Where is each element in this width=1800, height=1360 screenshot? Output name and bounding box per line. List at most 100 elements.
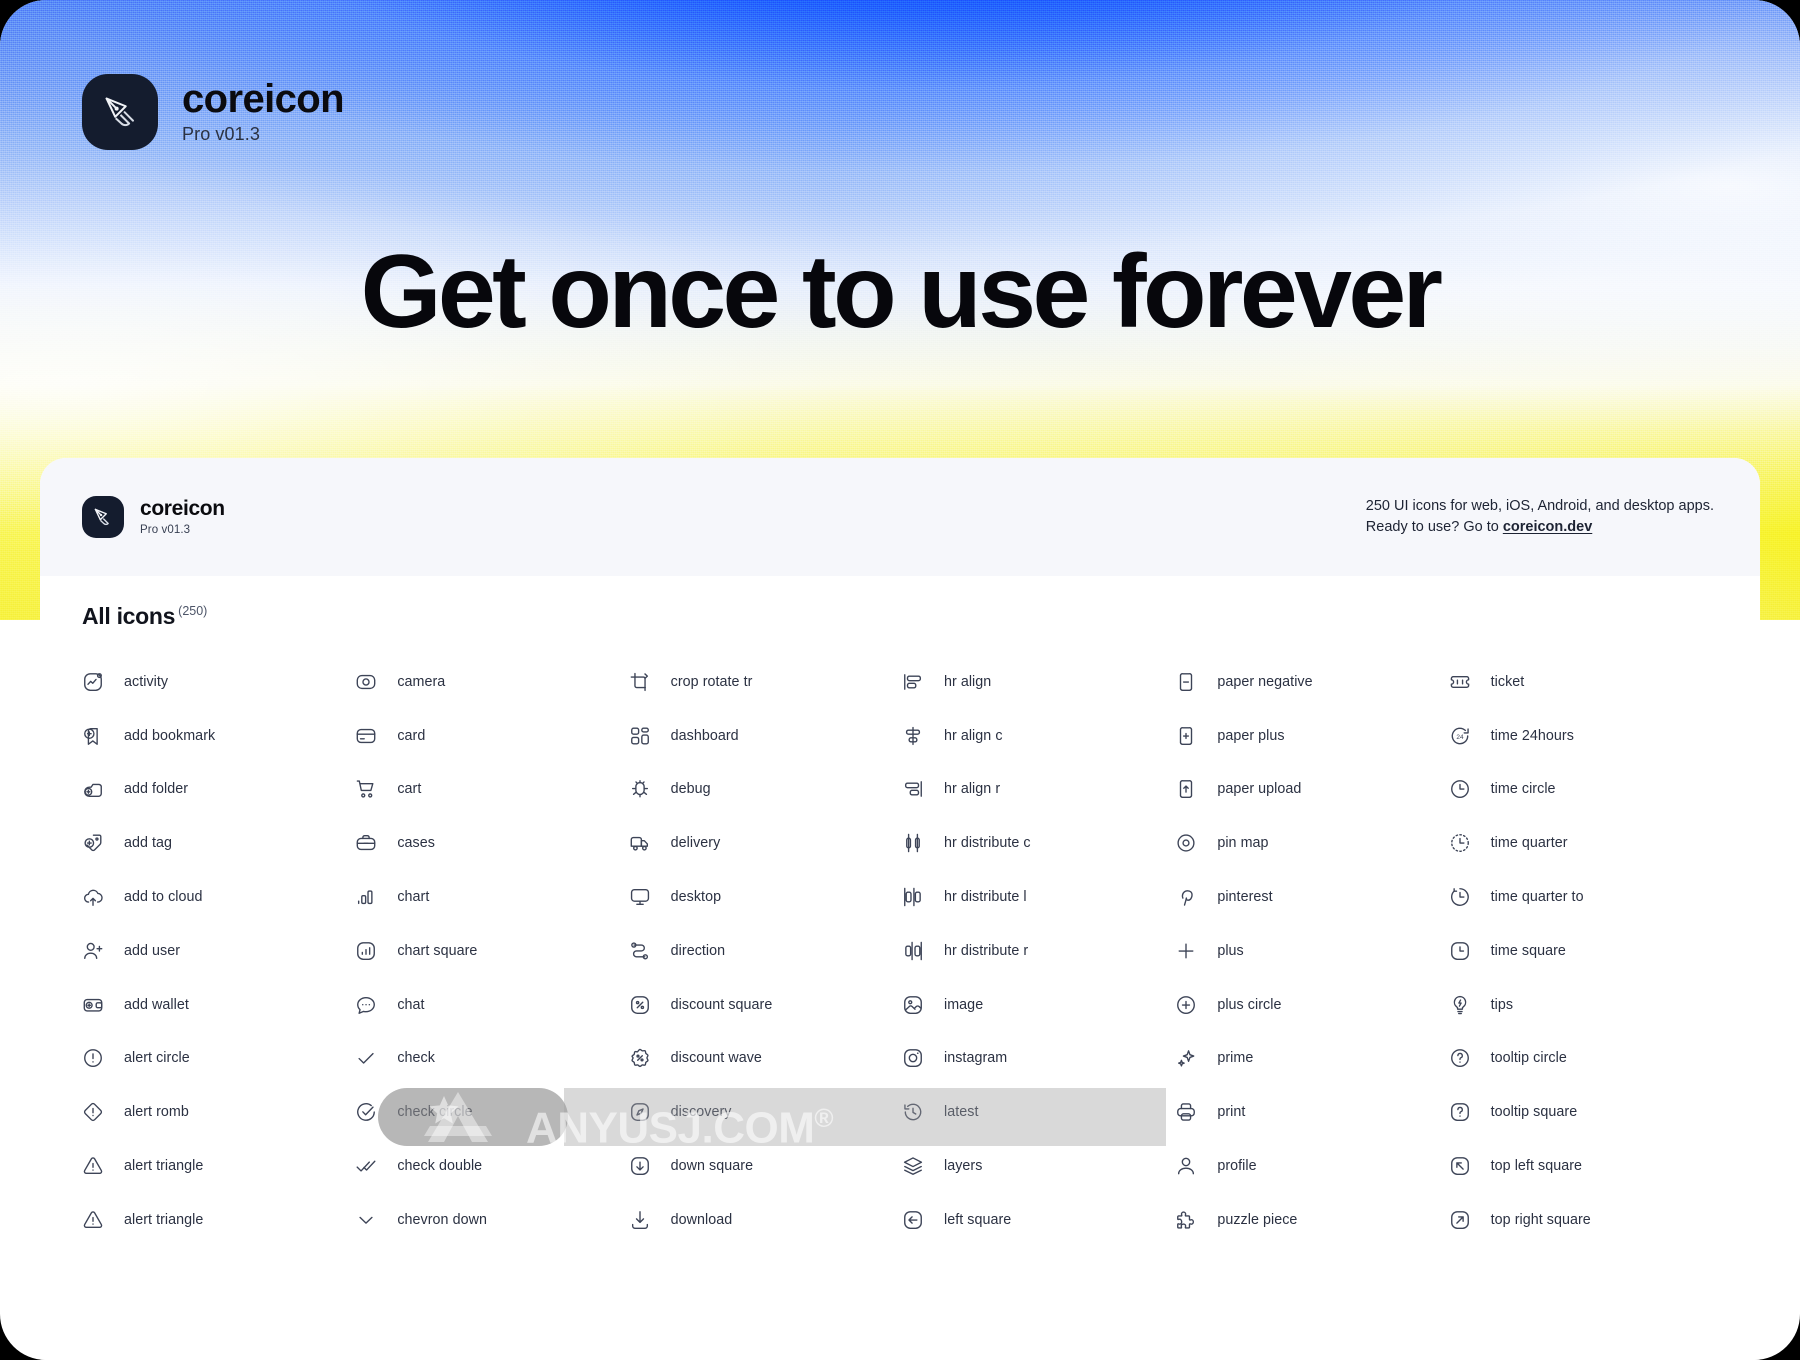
- icon-list-item[interactable]: activity: [82, 655, 355, 709]
- icon-list-item[interactable]: tooltip circle: [1449, 1032, 1722, 1086]
- icon-list-item[interactable]: chart square: [355, 924, 628, 978]
- icon-list-item[interactable]: download: [629, 1193, 902, 1247]
- icon-list-item[interactable]: left square: [902, 1193, 1175, 1247]
- icon-label: discount square: [670, 996, 773, 1013]
- icon-list-item[interactable]: 24 time 24hours: [1449, 709, 1722, 763]
- icon-list-item[interactable]: profile: [1175, 1139, 1448, 1193]
- icon-list-item[interactable]: prime: [1175, 1032, 1448, 1086]
- sheet-note: 250 UI icons for web, iOS, Android, and …: [1366, 496, 1714, 538]
- icon-list-item[interactable]: latest: [902, 1085, 1175, 1139]
- icon-list-item[interactable]: paper negative: [1175, 655, 1448, 709]
- icon-list-item[interactable]: top right square: [1449, 1193, 1722, 1247]
- icon-list-item[interactable]: hr distribute r: [902, 924, 1175, 978]
- icon-label: instagram: [944, 1050, 1008, 1067]
- icon-list-item[interactable]: paper plus: [1175, 709, 1448, 763]
- icon-list-item[interactable]: alert triangle: [82, 1139, 355, 1193]
- icon-list-item[interactable]: paper upload: [1175, 763, 1448, 817]
- icon-list-item[interactable]: layers: [902, 1139, 1175, 1193]
- icon-list-item[interactable]: pin map: [1175, 816, 1448, 870]
- icon-list-item[interactable]: time quarter to: [1449, 870, 1722, 924]
- icon-label: desktop: [670, 889, 722, 906]
- down-square-icon: [629, 1155, 651, 1177]
- icon-label: pinterest: [1217, 889, 1273, 906]
- icon-list-item[interactable]: dashboard: [629, 709, 902, 763]
- icon-label: download: [670, 1211, 733, 1228]
- icon-list-item[interactable]: add wallet: [82, 978, 355, 1032]
- icon-list-item[interactable]: hr align: [902, 655, 1175, 709]
- icon-list-item[interactable]: instagram: [902, 1032, 1175, 1086]
- icon-list-item[interactable]: discount square: [629, 978, 902, 1032]
- icon-list-item[interactable]: alert circle: [82, 1032, 355, 1086]
- icon-label: alert circle: [124, 1050, 190, 1067]
- icon-list-item[interactable]: direction: [629, 924, 902, 978]
- icon-list-item[interactable]: hr distribute c: [902, 816, 1175, 870]
- icon-list-item[interactable]: card: [355, 709, 628, 763]
- icon-list-item[interactable]: puzzle piece: [1175, 1193, 1448, 1247]
- icon-list-item[interactable]: add user: [82, 924, 355, 978]
- icon-list-item[interactable]: hr distribute l: [902, 870, 1175, 924]
- icon-list-item[interactable]: tips: [1449, 978, 1722, 1032]
- icon-label: alert triangle: [124, 1211, 204, 1228]
- icon-list-item[interactable]: top left square: [1449, 1139, 1722, 1193]
- icon-list-item[interactable]: image: [902, 978, 1175, 1032]
- sheet-note-line2: Ready to use? Go to coreicon.dev: [1366, 517, 1714, 538]
- icon-list-item[interactable]: time square: [1449, 924, 1722, 978]
- icon-label: time quarter: [1490, 835, 1568, 852]
- icon-list-item[interactable]: camera: [355, 655, 628, 709]
- icon-label: profile: [1217, 1158, 1257, 1175]
- icon-list-item[interactable]: ticket: [1449, 655, 1722, 709]
- time-circle-icon: [1449, 778, 1471, 800]
- icon-list-item[interactable]: print: [1175, 1085, 1448, 1139]
- icon-list-item[interactable]: tooltip square: [1449, 1085, 1722, 1139]
- icon-list-item[interactable]: chart: [355, 870, 628, 924]
- icon-label: plus circle: [1217, 996, 1282, 1013]
- icon-label: check: [397, 1050, 435, 1067]
- icon-list-item[interactable]: down square: [629, 1139, 902, 1193]
- icon-list-item[interactable]: alert romb: [82, 1085, 355, 1139]
- icon-list-item[interactable]: plus circle: [1175, 978, 1448, 1032]
- add-folder-icon: [82, 778, 104, 800]
- icon-list-item[interactable]: hr align r: [902, 763, 1175, 817]
- icon-list-item[interactable]: check double: [355, 1139, 628, 1193]
- icon-list-item[interactable]: cases: [355, 816, 628, 870]
- icon-list-item[interactable]: add folder: [82, 763, 355, 817]
- tooltip-square-icon: [1449, 1101, 1471, 1123]
- coreicon-dev-link[interactable]: coreicon.dev: [1503, 519, 1592, 535]
- icon-label: print: [1217, 1104, 1246, 1121]
- crop-rotate-tr-icon: [629, 671, 651, 693]
- poster-card: coreicon Pro v01.3 Get once to use forev…: [0, 0, 1800, 1360]
- sheet-header: coreicon Pro v01.3 250 UI icons for web,…: [40, 458, 1760, 576]
- icon-list-item[interactable]: alert triangle: [82, 1193, 355, 1247]
- icon-list-item[interactable]: desktop: [629, 870, 902, 924]
- svg-text:24: 24: [1456, 734, 1464, 741]
- icon-list-item[interactable]: add bookmark: [82, 709, 355, 763]
- icon-list-item[interactable]: discovery: [629, 1085, 902, 1139]
- icon-list-item[interactable]: add tag: [82, 816, 355, 870]
- icon-list-item[interactable]: cart: [355, 763, 628, 817]
- icon-list-item[interactable]: discount wave: [629, 1032, 902, 1086]
- icon-list-item[interactable]: check: [355, 1032, 628, 1086]
- icon-list-item[interactable]: debug: [629, 763, 902, 817]
- icon-list-item[interactable]: hr align c: [902, 709, 1175, 763]
- icon-list-item[interactable]: time quarter: [1449, 816, 1722, 870]
- icon-list-item[interactable]: delivery: [629, 816, 902, 870]
- debug-icon: [629, 778, 651, 800]
- icon-label: paper plus: [1217, 727, 1285, 744]
- icon-label: top right square: [1490, 1211, 1591, 1228]
- icon-list-item[interactable]: crop rotate tr: [629, 655, 902, 709]
- icon-list-item[interactable]: chevron down: [355, 1193, 628, 1247]
- icon-list-item[interactable]: add to cloud: [82, 870, 355, 924]
- hr-distribute-c-icon: [902, 832, 924, 854]
- icon-list-item[interactable]: plus: [1175, 924, 1448, 978]
- add-bookmark-icon: [82, 725, 104, 747]
- icon-label: puzzle piece: [1217, 1211, 1298, 1228]
- chart-square-icon: [355, 940, 377, 962]
- icon-label: chart square: [397, 942, 478, 959]
- icon-list-item[interactable]: pinterest: [1175, 870, 1448, 924]
- icon-list-item[interactable]: check circle: [355, 1085, 628, 1139]
- activity-icon: [82, 671, 104, 693]
- icon-list-item[interactable]: time circle: [1449, 763, 1722, 817]
- icon-label: debug: [670, 781, 711, 798]
- check-double-icon: [355, 1155, 377, 1177]
- icon-list-item[interactable]: chat: [355, 978, 628, 1032]
